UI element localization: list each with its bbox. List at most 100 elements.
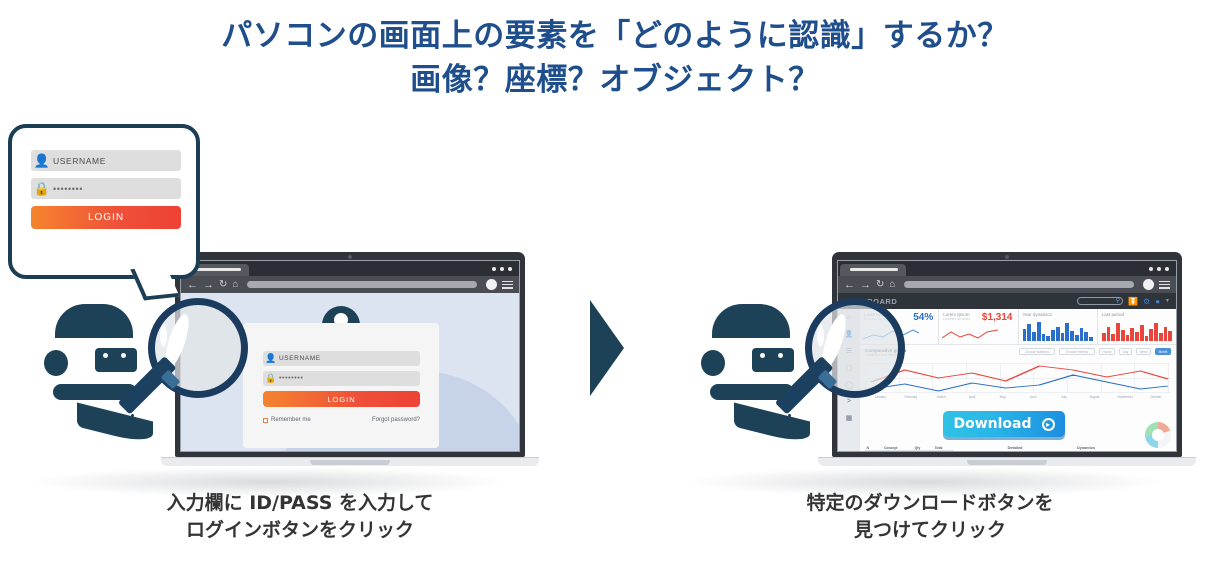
dynamics-widget: Dynamics Sed ut perspiciatis unde omnis … <box>1077 422 1171 450</box>
kpi-card[interactable]: Last period <box>1098 309 1176 344</box>
browser-tabbar <box>181 261 519 276</box>
dynamics-title: Dynamics <box>1077 446 1095 450</box>
user-icon: 👤 <box>33 152 51 168</box>
left-caption-line-1: 入力欄に ID/PASS を入力して <box>166 492 434 514</box>
right-caption: 特定のダウンロードボタンを 見つけてクリック <box>630 490 1230 544</box>
arrow-right-icon[interactable]: → <box>860 279 871 291</box>
browser-navbar: ← → ↻ ⌂ <box>181 276 519 293</box>
month-label: October <box>1149 395 1162 399</box>
browser-navbar: ← → ↻ ⌂ <box>838 276 1176 293</box>
arrow-right-icon[interactable]: → <box>203 279 214 291</box>
webcam-icon <box>348 255 352 259</box>
home-icon[interactable]: ⌂ <box>889 279 895 290</box>
callout-login-form: 👤 USERNAME 🔒 •••••••• LOGIN <box>31 150 181 229</box>
magnifier-lens <box>148 298 248 398</box>
dashboard-download-button[interactable]: Download ▸ <box>943 411 1065 437</box>
detailed-widget: Detailed Q3 Q4 <box>959 446 1071 450</box>
kpi-bar-chart <box>1022 321 1093 341</box>
robot-visor <box>95 348 137 372</box>
laptop-base <box>818 457 1196 466</box>
table-cell: 250 <box>910 450 925 451</box>
login-card: 👤 USERNAME 🔒 •••••••• LOGIN Remember me … <box>243 323 439 448</box>
callout-username-field[interactable]: 👤 USERNAME <box>31 150 181 171</box>
range-week[interactable]: Week <box>1136 348 1151 355</box>
address-bar[interactable] <box>904 281 1134 288</box>
forgot-password-link[interactable]: Forgot password? <box>372 417 420 423</box>
left-panel: ← → ↻ ⌂ 👤 USERNAME 🔒 •••••••• LOGIN Reme… <box>0 110 600 580</box>
hamburger-menu-icon[interactable] <box>502 280 513 289</box>
arrow-right-circle-icon: ▸ <box>1041 417 1055 431</box>
more-dots-icon[interactable] <box>1149 267 1169 271</box>
right-caption-line-2: 見つけてクリック <box>853 519 1006 541</box>
reload-icon[interactable]: ↻ <box>876 279 884 290</box>
gear-icon[interactable]: ⚙ <box>1143 297 1150 306</box>
callout-password-value: •••••••• <box>53 183 84 194</box>
profile-icon[interactable] <box>486 279 497 290</box>
callout-password-field[interactable]: 🔒 •••••••• <box>31 178 181 199</box>
statistics-select[interactable]: Choose statistics <box>1019 348 1055 355</box>
callout-login-button[interactable]: LOGIN <box>31 206 181 229</box>
account-icon[interactable]: ● <box>1155 297 1160 306</box>
month-label: August <box>1089 395 1100 399</box>
laptop-base <box>161 457 539 466</box>
arrow-left-icon[interactable]: ← <box>187 279 198 291</box>
robot-ear <box>44 350 68 376</box>
address-bar[interactable] <box>247 281 477 288</box>
table-cell: Information <box>870 450 911 451</box>
detailed-title: Detailed <box>1007 446 1023 450</box>
month-label: September <box>1117 395 1133 399</box>
login-meta-row: Remember me Forgot password? <box>263 417 420 423</box>
search-input[interactable]: ⚲ <box>1077 297 1124 305</box>
callout-username-placeholder: USERNAME <box>53 155 106 166</box>
kpi-card[interactable]: Year dynamics <box>1019 309 1098 344</box>
login-button[interactable]: LOGIN <box>263 391 420 407</box>
password-field[interactable]: 🔒 •••••••• <box>263 371 420 386</box>
password-value: •••••••• <box>279 375 304 382</box>
kpi-label: Last period <box>1101 312 1125 317</box>
kpi-sparkline <box>942 329 999 339</box>
laptop-notch <box>967 460 1047 465</box>
upload-icon[interactable]: ⏬ <box>1128 297 1138 306</box>
range-day[interactable]: Day <box>1119 348 1132 355</box>
profile-icon[interactable] <box>1143 279 1154 290</box>
more-dots-icon[interactable] <box>492 267 512 271</box>
magnifying-glass <box>774 298 925 448</box>
left-caption-line-2: ログインボタンをクリック <box>185 519 414 541</box>
reload-icon[interactable]: ↻ <box>219 279 227 290</box>
donut-chart <box>1145 422 1171 448</box>
browser-tab[interactable] <box>840 264 906 276</box>
robot-visor <box>752 348 794 372</box>
callout-login-label: LOGIN <box>87 212 125 223</box>
metrics-select[interactable]: Choose metrics <box>1059 348 1095 355</box>
month-label: March <box>937 395 946 399</box>
browser-tabbar <box>838 261 1176 276</box>
robot-ear <box>701 350 725 376</box>
right-panel: ← → ↻ ⌂ DASHBOARD <box>630 110 1230 580</box>
caret-down-icon[interactable]: ▼ <box>1165 298 1170 304</box>
range-hourly[interactable]: Hourly <box>1099 348 1115 355</box>
username-placeholder: USERNAME <box>279 355 321 362</box>
range-month[interactable]: Month <box>1155 348 1171 355</box>
arrow-left-icon[interactable]: ← <box>844 279 855 291</box>
left-caption: 入力欄に ID/PASS を入力して ログインボタンをクリック <box>0 490 600 544</box>
kpi-card[interactable]: Lorem Ipsum Dolorem sit amet $1,314 <box>939 309 1019 344</box>
dashboard-download-label: Download <box>953 416 1032 432</box>
kpi-label: Year dynamics <box>1022 312 1052 317</box>
username-field[interactable]: 👤 USERNAME <box>263 351 420 366</box>
login-button-label: LOGIN <box>327 394 356 404</box>
remember-me-label: Remember me <box>271 417 311 423</box>
hamburger-menu-icon[interactable] <box>1159 280 1170 289</box>
laptop-notch <box>310 460 390 465</box>
month-label: May <box>999 395 1006 399</box>
search-icon[interactable]: ⚲ <box>1116 297 1120 304</box>
month-label: July <box>1061 395 1067 399</box>
month-label: April <box>968 395 976 399</box>
table-row[interactable]: 1 Information 250 $745.00 <box>865 450 953 451</box>
magnifier-lens <box>805 298 905 398</box>
callout-login: 👤 USERNAME 🔒 •••••••• LOGIN <box>8 124 200 301</box>
magnifying-glass <box>117 298 268 448</box>
lock-icon: 🔒 <box>33 180 51 196</box>
kpi-bar-chart <box>1101 321 1172 341</box>
right-caption-line-1: 特定のダウンロードボタンを <box>806 492 1054 514</box>
home-icon[interactable]: ⌂ <box>232 279 238 290</box>
